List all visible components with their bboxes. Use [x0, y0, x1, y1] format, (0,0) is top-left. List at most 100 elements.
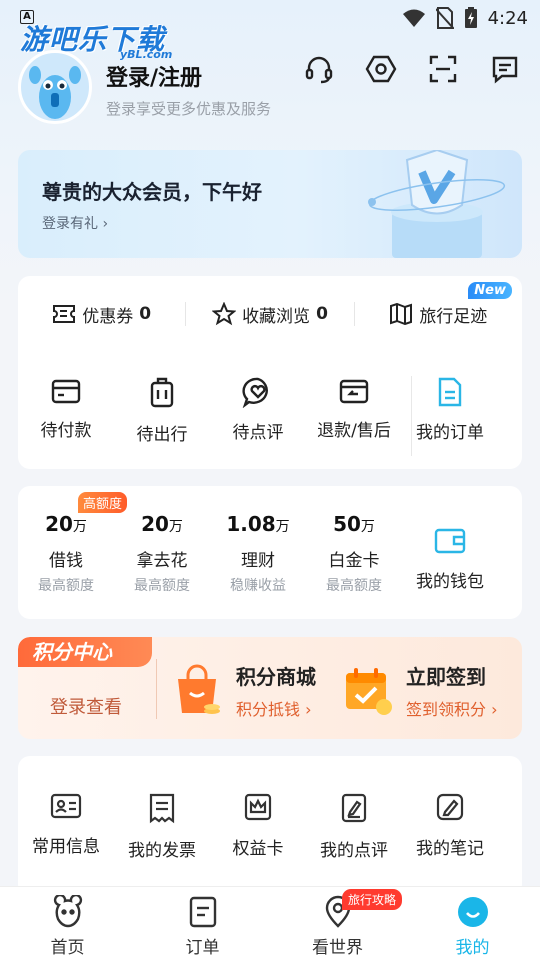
- sign-in-button[interactable]: 立即签到 签到领积分 ›: [340, 661, 498, 720]
- footprint-label: 旅行足迹: [419, 306, 488, 327]
- nav-home[interactable]: 首页: [0, 887, 135, 960]
- invoice-button[interactable]: 我的发票: [114, 792, 210, 861]
- wallet-value: 50: [333, 512, 361, 536]
- order-label: 我的订单: [416, 423, 484, 443]
- wallet-value: 20: [45, 512, 73, 536]
- wallet-item-napqu[interactable]: 20万 拿去花 最高额度: [114, 508, 210, 595]
- my-reviews-button[interactable]: 我的点评: [306, 792, 402, 861]
- wallet-value: 1.08: [226, 512, 276, 536]
- chevron-right-icon: ›: [305, 700, 312, 719]
- nav-label: 订单: [185, 938, 220, 958]
- avatar-mascot-icon: [29, 66, 81, 119]
- crown-card-icon: [244, 793, 272, 821]
- tool-label: 我的点评: [320, 841, 388, 861]
- wallet-name: 理财: [241, 551, 275, 571]
- wallet-item-platinum[interactable]: 50万 白金卡 最高额度: [306, 508, 402, 595]
- stats-row: 优惠券 0 收藏浏览 0 旅行足迹: [18, 296, 522, 332]
- status-time: 4:24: [487, 7, 528, 29]
- settings-button[interactable]: [364, 52, 398, 86]
- login-subtitle: 登录享受更多优惠及服务: [106, 100, 272, 118]
- document-icon: [438, 377, 462, 407]
- wifi-icon: [402, 9, 425, 27]
- pending-review-button[interactable]: 待点评: [210, 376, 306, 456]
- shopping-bag-icon: [178, 664, 220, 714]
- sign-in-title: 立即签到: [406, 665, 486, 689]
- settings-hexagon-icon: [365, 55, 397, 83]
- edit-document-icon: [341, 793, 367, 823]
- chevron-right-icon: ›: [102, 216, 109, 232]
- headset-icon: [305, 56, 333, 84]
- member-gift-link[interactable]: 登录有礼 ›: [42, 213, 108, 233]
- member-gift-label: 登录有礼: [42, 216, 98, 232]
- nav-orders[interactable]: 订单: [135, 887, 270, 960]
- chevron-right-icon: ›: [491, 700, 498, 719]
- order-label: 待点评: [232, 423, 284, 443]
- my-notes-button[interactable]: 我的笔记: [402, 792, 498, 861]
- points-mall-title: 积分商城: [236, 665, 316, 689]
- wallet-icon: [434, 528, 466, 554]
- my-wallet-label: 我的钱包: [416, 572, 484, 592]
- id-card-icon: [50, 793, 82, 819]
- home-mascot-icon: [53, 895, 82, 928]
- wallet-unit: 万: [360, 519, 375, 535]
- order-label: 待付款: [40, 421, 92, 441]
- refund-button[interactable]: 退款/售后: [306, 376, 402, 456]
- coupons-button[interactable]: 优惠券 0: [18, 302, 185, 327]
- wallet-name: 借钱: [49, 551, 83, 571]
- tool-label: 权益卡: [232, 839, 284, 859]
- wallet-unit: 万: [168, 519, 183, 535]
- star-icon: [212, 302, 237, 326]
- coupons-count: 0: [139, 304, 152, 324]
- wallet-note: 最高额度: [38, 578, 94, 594]
- divider: [411, 376, 412, 456]
- wallet-item-finance[interactable]: 1.08万 理财 稳赚收益: [210, 508, 306, 595]
- scan-icon: [429, 55, 457, 83]
- order-label: 退款/售后: [317, 421, 391, 441]
- tools-row: 常用信息 我的发票 权益卡 我的点评 我的笔记: [18, 792, 522, 861]
- points-login-button[interactable]: 登录查看: [50, 693, 122, 719]
- avatar[interactable]: [18, 50, 92, 124]
- nav-world[interactable]: 旅行攻略 看世界: [270, 887, 405, 960]
- coupon-icon: [53, 305, 76, 323]
- refund-card-icon: [339, 379, 369, 404]
- pending-travel-button[interactable]: 待出行: [114, 376, 210, 456]
- battery-charging-icon: [464, 7, 477, 28]
- login-register-link[interactable]: 登录/注册: [106, 60, 202, 92]
- points-center-tag: 积分中心: [18, 637, 152, 667]
- scan-button[interactable]: [426, 52, 460, 86]
- tools-card: 常用信息 我的发票 权益卡 我的点评 我的笔记: [18, 756, 522, 896]
- pen-note-icon: [436, 793, 464, 821]
- points-mall-button[interactable]: 积分商城 积分抵钱 ›: [170, 661, 316, 720]
- luggage-icon: [150, 377, 174, 408]
- contacts-info-button[interactable]: 常用信息: [18, 792, 114, 861]
- order-list-icon: [189, 896, 216, 928]
- favorites-count: 0: [316, 304, 328, 324]
- favorites-label: 收藏浏览: [242, 306, 311, 327]
- heart-chat-icon: [242, 377, 268, 408]
- nav-me[interactable]: 我的: [405, 887, 540, 960]
- messages-button[interactable]: [488, 52, 522, 86]
- customer-service-button[interactable]: [302, 52, 336, 86]
- footprint-button[interactable]: 旅行足迹: [355, 302, 522, 327]
- wallet-note: 最高额度: [134, 578, 190, 594]
- benefit-card-button[interactable]: 权益卡: [210, 792, 306, 861]
- wallet-name: 白金卡: [328, 551, 380, 571]
- my-wallet-button[interactable]: 我的钱包: [402, 508, 498, 595]
- wallet-value: 20: [141, 512, 169, 536]
- pending-payment-button[interactable]: 待付款: [18, 376, 114, 456]
- favorites-button[interactable]: 收藏浏览 0: [186, 302, 353, 327]
- wallet-item-borrow[interactable]: 20万 借钱 最高额度: [18, 508, 114, 595]
- divider: [156, 659, 157, 719]
- points-center-card: 积分中心 登录查看 积分商城 积分抵钱 › 立即签到 签到领积分 ›: [18, 637, 522, 739]
- no-sim-icon: [435, 7, 454, 29]
- tool-label: 我的笔记: [416, 839, 484, 859]
- wallet-row: 20万 借钱 最高额度 20万 拿去花 最高额度 1.08万 理财 稳赚收益 5…: [18, 508, 522, 595]
- coupons-label: 优惠券: [82, 306, 134, 327]
- wallet-note: 最高额度: [326, 578, 382, 594]
- member-v-badge-icon: [368, 150, 506, 258]
- calendar-check-icon: [346, 667, 392, 715]
- member-banner[interactable]: 尊贵的大众会员，下午好 登录有礼 ›: [18, 150, 522, 258]
- nav-label: 我的: [455, 938, 490, 958]
- my-orders-button[interactable]: 我的订单: [402, 376, 498, 456]
- travel-guide-badge: 旅行攻略: [342, 889, 403, 910]
